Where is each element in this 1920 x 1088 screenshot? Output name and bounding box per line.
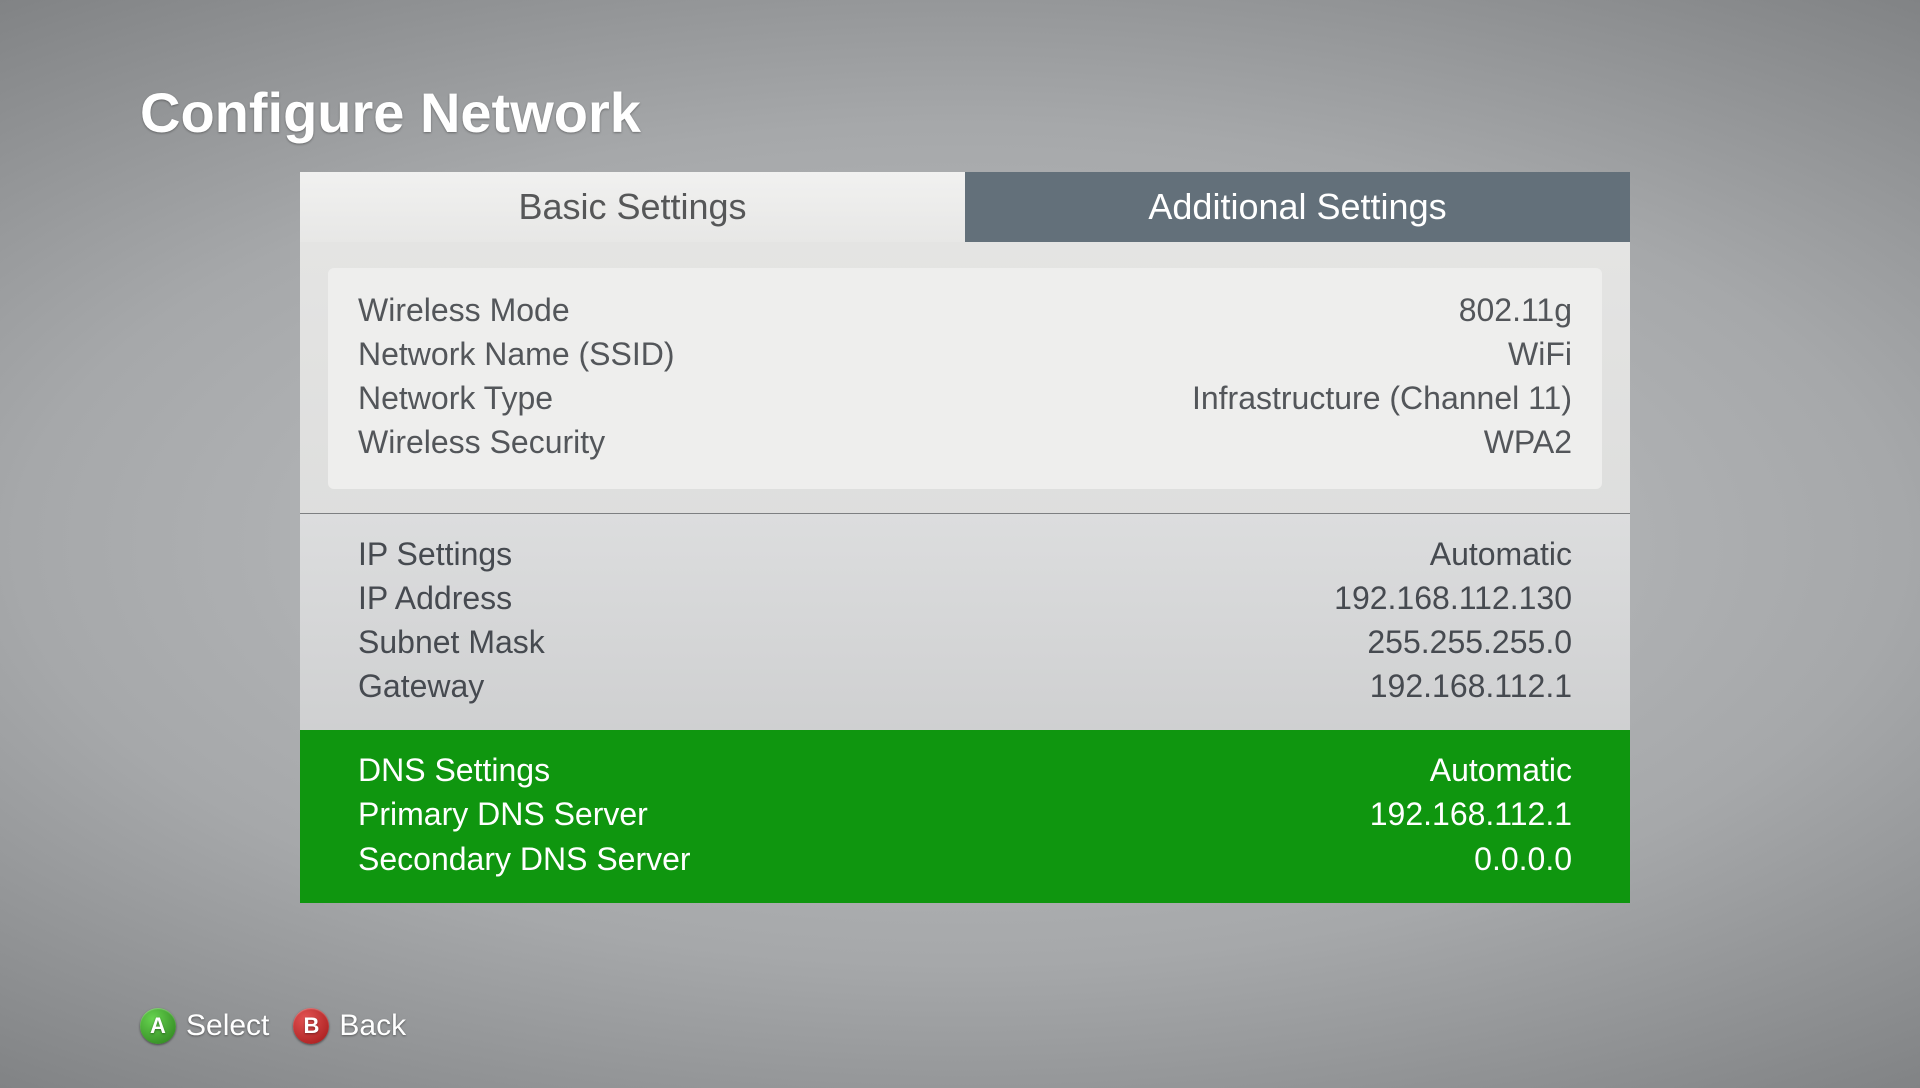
ssid-value: WiFi — [1508, 332, 1572, 376]
page-title: Configure Network — [140, 80, 641, 145]
gateway-row: Gateway 192.168.112.1 — [358, 664, 1572, 708]
back-hint: B Back — [293, 1008, 406, 1044]
ssid-label: Network Name (SSID) — [358, 332, 675, 376]
dns-settings-label: DNS Settings — [358, 748, 550, 792]
b-button-icon: B — [293, 1008, 329, 1044]
wireless-security-value: WPA2 — [1484, 420, 1572, 464]
select-hint: A Select — [140, 1008, 269, 1044]
primary-dns-label: Primary DNS Server — [358, 792, 648, 836]
tab-basic-settings[interactable]: Basic Settings — [300, 172, 965, 242]
wireless-mode-row: Wireless Mode 802.11g — [358, 288, 1572, 332]
button-hints: A Select B Back — [140, 1008, 406, 1044]
dns-settings-value: Automatic — [1430, 748, 1572, 792]
subnet-mask-label: Subnet Mask — [358, 620, 545, 664]
back-label: Back — [339, 1009, 406, 1043]
wireless-mode-value: 802.11g — [1459, 288, 1572, 332]
ip-address-label: IP Address — [358, 576, 512, 620]
dns-group[interactable]: DNS Settings Automatic Primary DNS Serve… — [300, 730, 1630, 902]
primary-dns-value: 192.168.112.1 — [1370, 792, 1572, 836]
wireless-security-label: Wireless Security — [358, 420, 605, 464]
wireless-group[interactable]: Wireless Mode 802.11g Network Name (SSID… — [300, 242, 1630, 513]
subnet-mask-row: Subnet Mask 255.255.255.0 — [358, 620, 1572, 664]
secondary-dns-label: Secondary DNS Server — [358, 837, 691, 881]
wireless-card: Wireless Mode 802.11g Network Name (SSID… — [328, 268, 1602, 489]
select-label: Select — [186, 1009, 269, 1043]
ssid-row: Network Name (SSID) WiFi — [358, 332, 1572, 376]
gateway-value: 192.168.112.1 — [1370, 664, 1572, 708]
wireless-security-row: Wireless Security WPA2 — [358, 420, 1572, 464]
dns-settings-row: DNS Settings Automatic — [358, 748, 1572, 792]
a-button-icon: A — [140, 1008, 176, 1044]
settings-panel: Basic Settings Additional Settings Wirel… — [300, 172, 1630, 903]
subnet-mask-value: 255.255.255.0 — [1367, 620, 1572, 664]
ip-settings-label: IP Settings — [358, 532, 512, 576]
secondary-dns-value: 0.0.0.0 — [1474, 837, 1572, 881]
tab-additional-settings[interactable]: Additional Settings — [965, 172, 1630, 242]
ip-settings-value: Automatic — [1430, 532, 1572, 576]
secondary-dns-row: Secondary DNS Server 0.0.0.0 — [358, 837, 1572, 881]
network-type-label: Network Type — [358, 376, 553, 420]
gateway-label: Gateway — [358, 664, 484, 708]
primary-dns-row: Primary DNS Server 192.168.112.1 — [358, 792, 1572, 836]
wireless-mode-label: Wireless Mode — [358, 288, 570, 332]
network-type-value: Infrastructure (Channel 11) — [1192, 376, 1572, 420]
ip-settings-row: IP Settings Automatic — [358, 532, 1572, 576]
ip-address-value: 192.168.112.130 — [1334, 576, 1572, 620]
ip-group[interactable]: IP Settings Automatic IP Address 192.168… — [300, 514, 1630, 731]
basic-settings-content: Wireless Mode 802.11g Network Name (SSID… — [300, 242, 1630, 903]
network-type-row: Network Type Infrastructure (Channel 11) — [358, 376, 1572, 420]
ip-address-row: IP Address 192.168.112.130 — [358, 576, 1572, 620]
tabs: Basic Settings Additional Settings — [300, 172, 1630, 242]
